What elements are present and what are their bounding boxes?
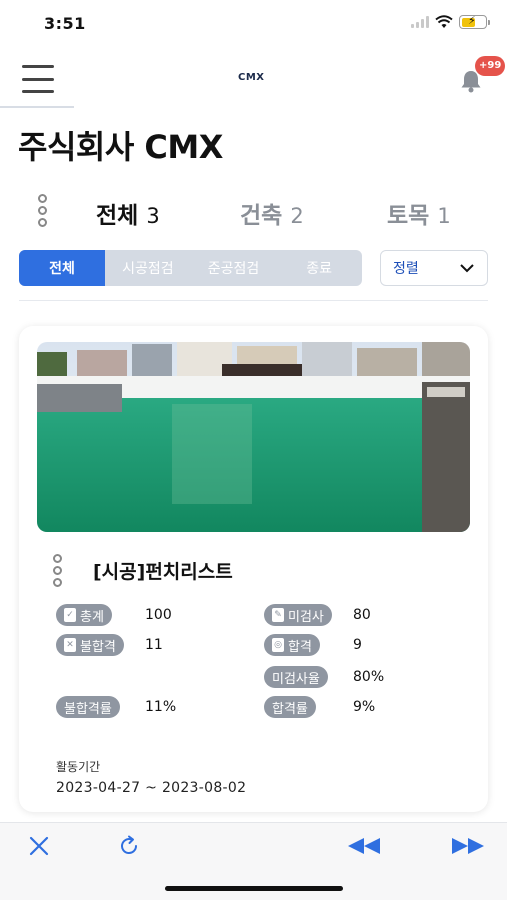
pass-value: 9: [353, 637, 362, 653]
status-bar: 3:51 ⚡: [0, 0, 507, 46]
total-chip: ✓ 총계: [56, 604, 112, 626]
sort-label: 정렬: [393, 261, 419, 277]
filter-closed[interactable]: 종료: [276, 250, 362, 286]
wifi-icon: [435, 15, 453, 28]
tab-label: 건축: [240, 203, 283, 229]
period-separator: ~: [145, 780, 158, 796]
tab-label: 토목: [387, 203, 430, 229]
tab-count: 2: [290, 204, 304, 228]
period-value: 2023-04-27 ~ 2023-08-02: [56, 780, 246, 796]
tab-all[interactable]: 전체 3: [96, 196, 160, 230]
rewind-button[interactable]: [344, 831, 384, 861]
divider: [19, 300, 488, 301]
uninspected-chip: ✎ 미검사: [264, 604, 332, 626]
total-label: 총계: [80, 609, 104, 625]
fail-chip: ✕ 불합격: [56, 634, 124, 656]
header-underline: [0, 106, 74, 108]
status-icons: ⚡: [411, 14, 490, 29]
battery-icon: ⚡: [459, 14, 490, 29]
tab-label: 전체: [96, 203, 139, 229]
document-x-icon: ✕: [64, 638, 76, 652]
tab-count: 1: [437, 204, 451, 228]
uninspected-label: 미검사: [288, 609, 324, 625]
close-button[interactable]: [24, 831, 54, 861]
fail-label: 불합격: [80, 639, 116, 655]
refresh-button[interactable]: [114, 831, 144, 861]
site-photo: [37, 342, 470, 532]
category-tabs: 전체 3 건축 2 토목 1: [0, 190, 507, 232]
close-icon: [29, 836, 49, 856]
total-value: 100: [145, 607, 172, 623]
fail-value: 11: [145, 637, 163, 653]
pass-label: 합격: [288, 639, 312, 655]
project-card[interactable]: [시공]펀치리스트 ✓ 총계 100 ✎ 미검사 80 ✕ 불합격 11 ◎ 합…: [19, 326, 488, 812]
filter-completion-inspection[interactable]: 준공점검: [191, 250, 277, 286]
pass-rate-label: 합격률: [272, 701, 308, 717]
uninspected-rate-label: 미검사율: [272, 671, 320, 687]
pass-rate-value: 9%: [353, 699, 376, 715]
fast-forward-icon: [452, 838, 484, 854]
fail-rate-label: 불합격률: [64, 701, 112, 717]
period-start: 2023-04-27: [56, 780, 141, 796]
app-logo: CMX: [238, 72, 265, 83]
pass-chip: ◎ 합격: [264, 634, 320, 656]
pass-rate-chip: 합격률: [264, 696, 316, 718]
rewind-icon: [348, 838, 380, 854]
uninspected-value: 80: [353, 607, 371, 623]
app-header: CMX: [0, 56, 507, 108]
sort-dropdown[interactable]: 정렬: [380, 250, 488, 286]
menu-icon[interactable]: [22, 65, 54, 93]
home-indicator: [165, 886, 343, 891]
document-edit-icon: ✎: [272, 608, 284, 622]
document-check-icon: ◎: [272, 638, 284, 652]
card-title-row: [시공]펀치리스트: [53, 554, 453, 587]
signal-icon: [411, 16, 429, 28]
period-label: 활동기간: [56, 760, 101, 774]
fast-forward-button[interactable]: [448, 831, 488, 861]
filter-construction-inspection[interactable]: 시공점검: [105, 250, 191, 286]
page-title: 주식회사 CMX: [18, 128, 223, 166]
chevron-down-icon: [460, 264, 474, 273]
card-more-icon[interactable]: [53, 554, 65, 587]
uninspected-rate-value: 80%: [353, 669, 385, 685]
tab-architecture[interactable]: 건축 2: [240, 196, 304, 230]
card-title: [시공]펀치리스트: [93, 561, 233, 583]
refresh-icon: [121, 835, 138, 855]
document-icon: ✓: [64, 608, 76, 622]
filter-all[interactable]: 전체: [19, 250, 105, 286]
tab-count: 3: [146, 204, 160, 228]
more-vertical-icon[interactable]: [38, 194, 50, 227]
status-filter: 전체 시공점검 준공점검 종료: [19, 250, 362, 286]
period-end: 2023-08-02: [161, 780, 247, 796]
notification-badge: +99: [475, 56, 506, 76]
fail-rate-chip: 불합격률: [56, 696, 120, 718]
uninspected-rate-chip: 미검사율: [264, 666, 328, 688]
status-time: 3:51: [44, 14, 86, 33]
fail-rate-value: 11%: [145, 699, 177, 715]
tab-civil[interactable]: 토목 1: [387, 196, 451, 230]
